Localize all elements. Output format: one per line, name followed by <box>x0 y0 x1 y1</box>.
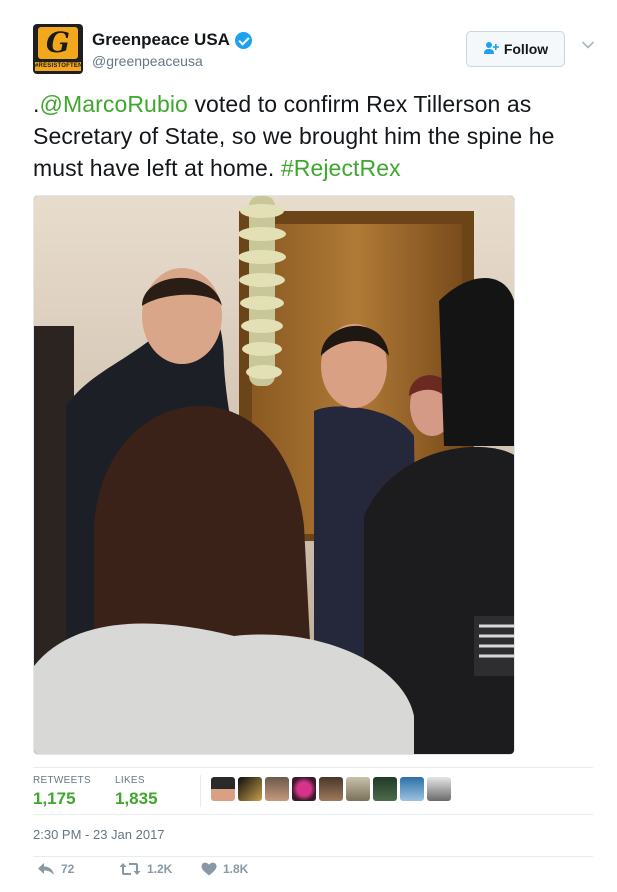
reply-button[interactable]: 72 <box>37 862 74 876</box>
verified-icon <box>234 31 252 49</box>
tweet-photo[interactable] <box>33 195 515 755</box>
reply-count: 72 <box>61 862 75 876</box>
liker-avatar[interactable] <box>400 777 424 801</box>
like-button[interactable]: 1.8K <box>201 862 248 876</box>
like-count: 1.8K <box>223 862 249 876</box>
likes-label: LIKES <box>115 775 145 786</box>
retweet-button[interactable]: 1.2K <box>119 862 172 876</box>
tweet-actions: 72 1.2K 1.8K <box>33 856 593 886</box>
retweets-label: RETWEETS <box>33 775 91 786</box>
display-name-text: Greenpeace USA <box>92 30 230 49</box>
avatar-logo: G <box>38 27 78 59</box>
liker-avatar[interactable] <box>238 777 262 801</box>
tweet-text: .@MarcoRubio voted to confirm Rex Tiller… <box>33 88 593 184</box>
hashtag-link[interactable]: #RejectRex <box>281 155 401 181</box>
photo-scene <box>34 196 514 754</box>
liker-avatar[interactable] <box>211 777 235 801</box>
retweets-value: 1,175 <box>33 789 76 808</box>
liker-avatar[interactable] <box>265 777 289 801</box>
liker-avatar[interactable] <box>292 777 316 801</box>
liker-avatar[interactable] <box>319 777 343 801</box>
heart-icon <box>201 862 217 876</box>
avatar[interactable]: G #RESISTOFTEN <box>33 24 83 74</box>
reply-icon <box>38 863 54 875</box>
mention-link[interactable]: @MarcoRubio <box>40 91 188 117</box>
engagement-stats: RETWEETS 1,175 LIKES 1,835 <box>33 767 593 815</box>
display-name[interactable]: Greenpeace USA <box>92 30 252 50</box>
chevron-down-icon[interactable] <box>581 38 595 52</box>
liker-avatar[interactable] <box>346 777 370 801</box>
tweet-header: G #RESISTOFTEN Greenpeace USA @greenpeac… <box>33 24 595 74</box>
retweet-icon <box>119 863 141 875</box>
retweet-count: 1.2K <box>147 862 173 876</box>
tweet-timestamp[interactable]: 2:30 PM - 23 Jan 2017 <box>33 827 165 842</box>
stats-divider <box>200 775 201 807</box>
account-handle: @greenpeaceusa <box>92 53 203 69</box>
likes-value: 1,835 <box>115 789 158 808</box>
follow-label: Follow <box>503 41 549 57</box>
follow-button[interactable]: Follow <box>466 31 565 67</box>
account-names[interactable]: Greenpeace USA @greenpeaceusa <box>92 30 252 69</box>
liker-avatar[interactable] <box>373 777 397 801</box>
liker-avatars <box>211 777 451 801</box>
retweets-stat[interactable]: RETWEETS 1,175 <box>33 775 91 809</box>
avatar-tagline: #RESISTOFTEN <box>35 62 83 71</box>
liker-avatar[interactable] <box>427 777 451 801</box>
follow-icon <box>483 41 499 58</box>
likes-stat[interactable]: LIKES 1,835 <box>115 775 158 809</box>
